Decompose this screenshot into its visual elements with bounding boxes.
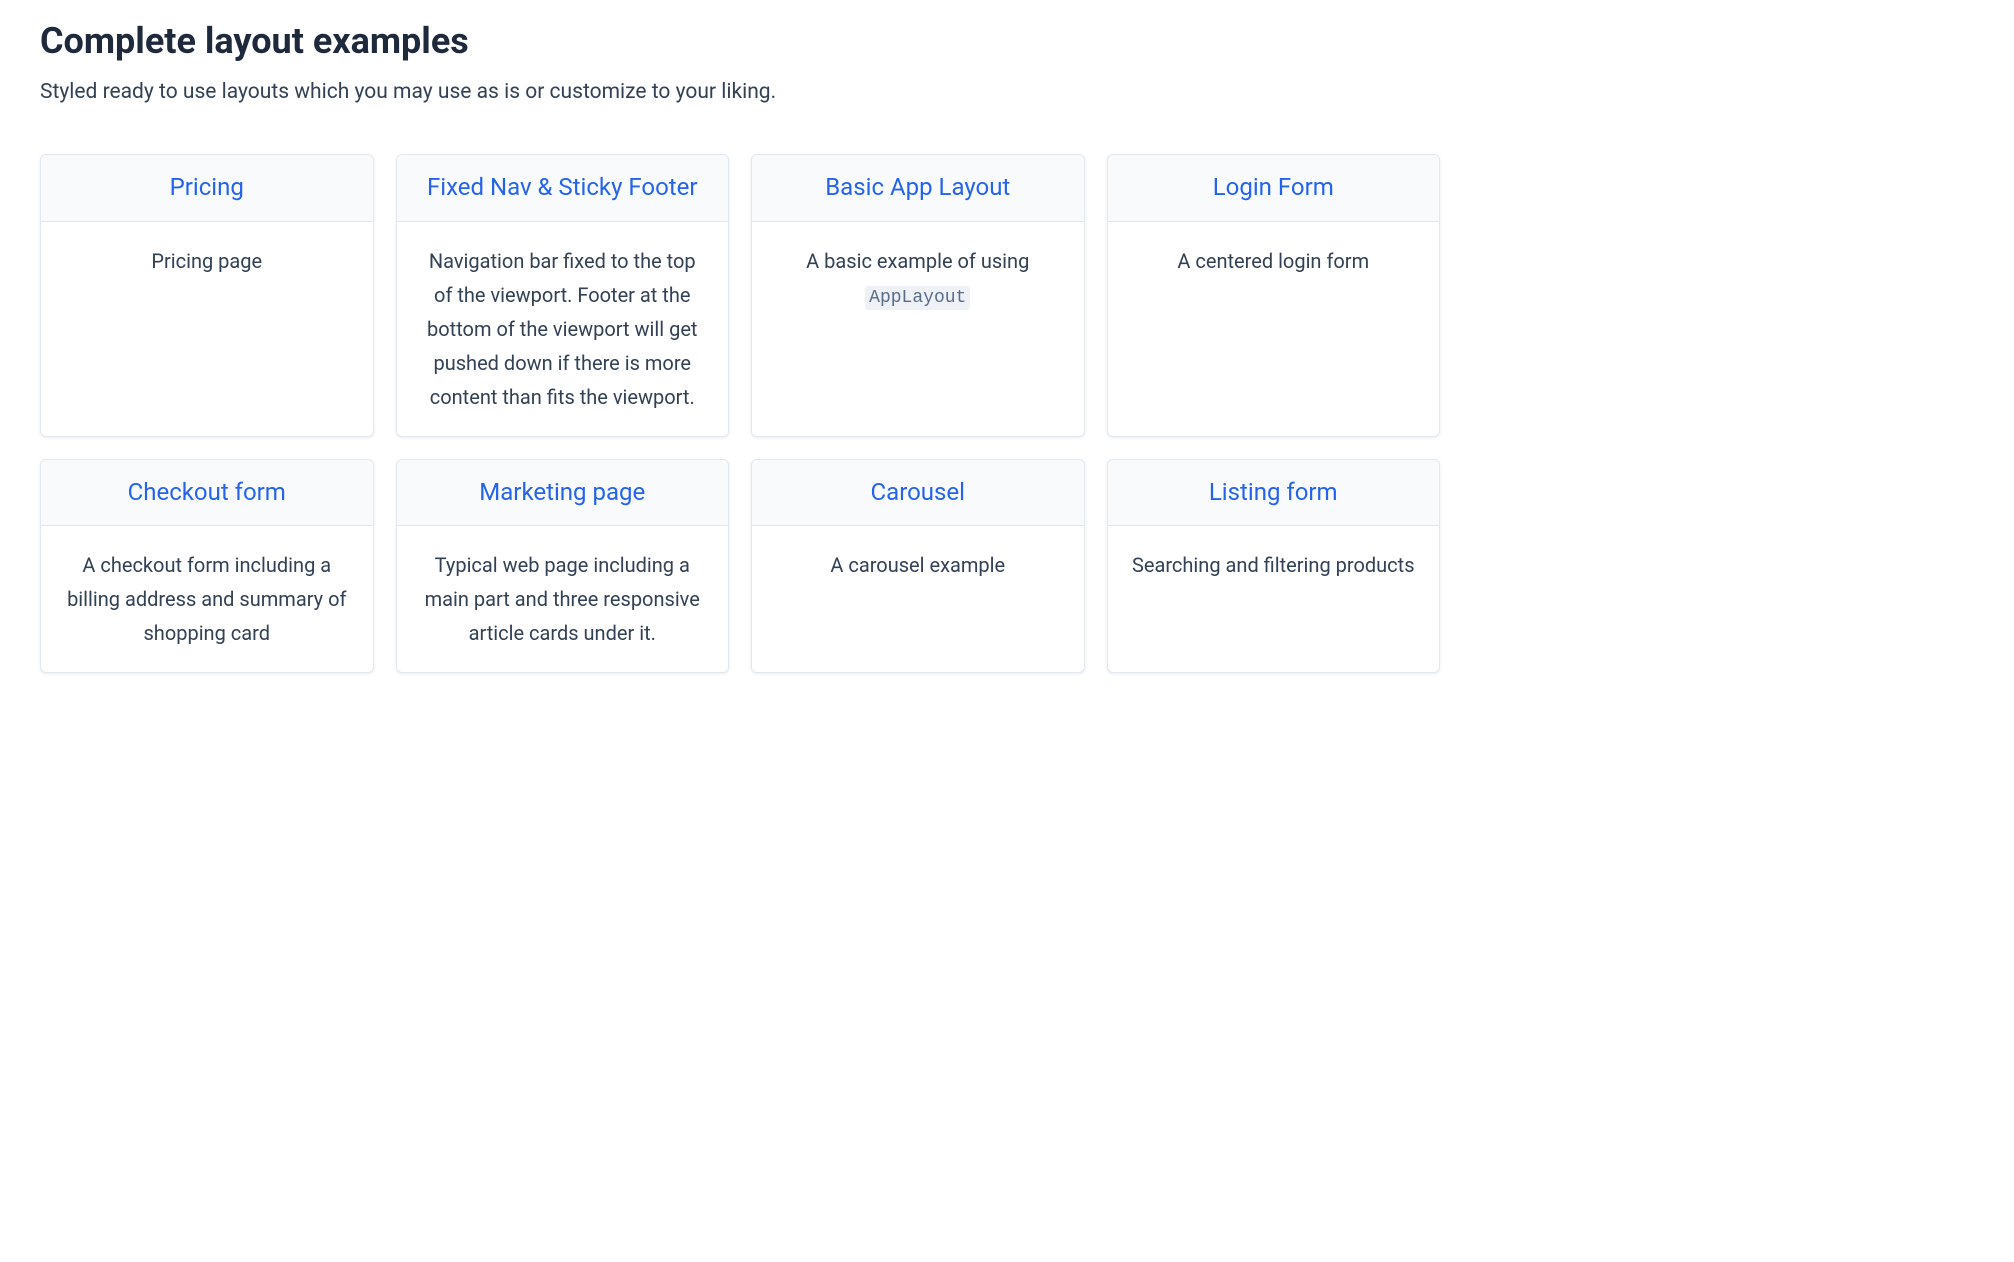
card-checkout-form: Checkout form A checkout form including …: [40, 459, 374, 674]
card-title-link-listing-form[interactable]: Listing form: [1209, 476, 1338, 510]
card-title-link-basic-app-layout[interactable]: Basic App Layout: [825, 171, 1010, 205]
card-fixed-nav: Fixed Nav & Sticky Footer Navigation bar…: [396, 154, 730, 437]
card-body: A carousel example: [752, 526, 1084, 604]
card-body: A centered login form: [1108, 222, 1440, 300]
card-body: A checkout form including a billing addr…: [41, 526, 373, 672]
card-title-link-carousel[interactable]: Carousel: [871, 476, 965, 510]
card-title-link-marketing-page[interactable]: Marketing page: [479, 476, 645, 510]
card-description: Pricing page: [151, 249, 262, 273]
page-title: Complete layout examples: [40, 20, 1974, 62]
card-header: Listing form: [1108, 460, 1440, 527]
card-header: Basic App Layout: [752, 155, 1084, 222]
card-body: Searching and filtering products: [1108, 526, 1440, 604]
card-description: A carousel example: [830, 553, 1005, 577]
card-listing-form: Listing form Searching and filtering pro…: [1107, 459, 1441, 674]
card-header: Login Form: [1108, 155, 1440, 222]
page-subtitle: Styled ready to use layouts which you ma…: [40, 80, 1974, 104]
card-body: A basic example of using AppLayout: [752, 222, 1084, 336]
card-description: Typical web page including a main part a…: [425, 553, 700, 645]
card-header: Pricing: [41, 155, 373, 222]
card-pricing: Pricing Pricing page: [40, 154, 374, 437]
card-description: A basic example of using: [806, 249, 1029, 273]
card-description: A centered login form: [1177, 249, 1369, 273]
card-title-link-pricing[interactable]: Pricing: [170, 171, 244, 205]
card-header: Checkout form: [41, 460, 373, 527]
card-basic-app-layout: Basic App Layout A basic example of usin…: [751, 154, 1085, 437]
card-grid: Pricing Pricing page Fixed Nav & Sticky …: [40, 154, 1440, 673]
card-body: Pricing page: [41, 222, 373, 300]
card-title-link-checkout-form[interactable]: Checkout form: [128, 476, 286, 510]
card-body: Typical web page including a main part a…: [397, 526, 729, 672]
card-description: A checkout form including a billing addr…: [67, 553, 346, 645]
card-marketing-page: Marketing page Typical web page includin…: [396, 459, 730, 674]
card-body: Navigation bar fixed to the top of the v…: [397, 222, 729, 436]
card-description: Searching and filtering products: [1132, 553, 1415, 577]
card-header: Fixed Nav & Sticky Footer: [397, 155, 729, 222]
card-title-link-login-form[interactable]: Login Form: [1213, 171, 1334, 205]
card-header: Carousel: [752, 460, 1084, 527]
card-description: Navigation bar fixed to the top of the v…: [427, 249, 697, 409]
card-title-link-fixed-nav[interactable]: Fixed Nav & Sticky Footer: [427, 171, 698, 205]
card-login-form: Login Form A centered login form: [1107, 154, 1441, 437]
code-inline-applayout: AppLayout: [865, 286, 970, 310]
card-header: Marketing page: [397, 460, 729, 527]
card-carousel: Carousel A carousel example: [751, 459, 1085, 674]
